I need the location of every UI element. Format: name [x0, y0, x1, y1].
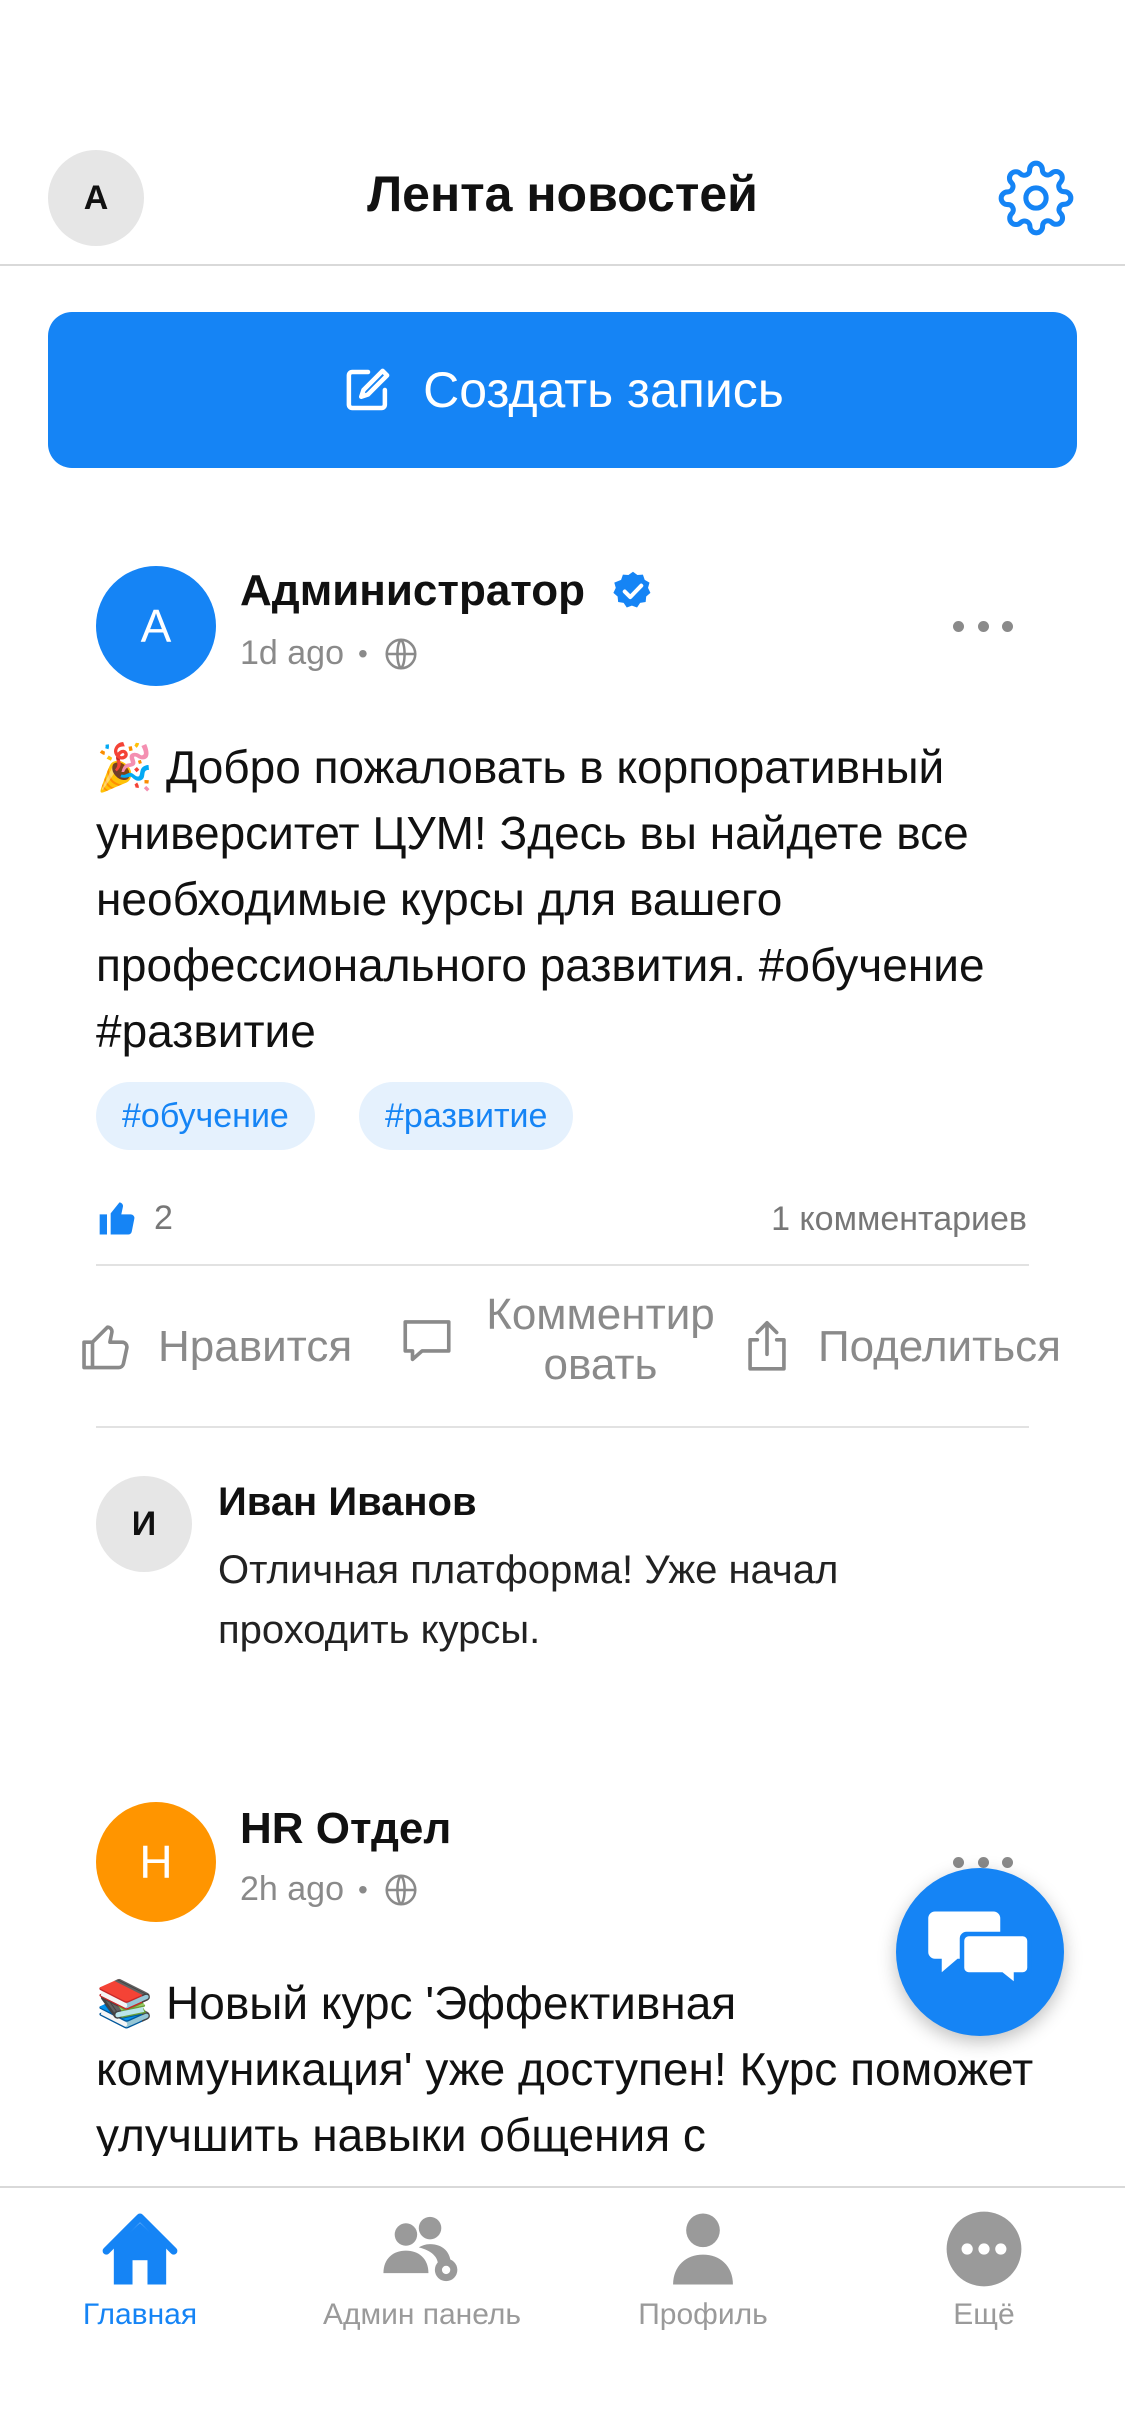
tab-profile-label: Профиль [638, 2298, 768, 2331]
comment-label: Комментировать [486, 1290, 715, 1389]
post-author-avatar[interactable]: H [96, 1802, 216, 1922]
dot-icon [953, 620, 964, 632]
create-post-button[interactable]: Создать запись [48, 312, 1077, 468]
chat-bubbles-icon [928, 1911, 1032, 1991]
post-body: 🎉 Добро пожаловать в корпоративный униве… [96, 741, 985, 1057]
divider [96, 1426, 1029, 1428]
thumbs-up-icon [99, 1202, 135, 1235]
meta-separator: • [358, 1873, 368, 1905]
post-author-name[interactable]: HR Отдел [240, 1804, 451, 1854]
tab-admin-label: Админ панель [322, 2298, 522, 2331]
users-gear-icon [383, 2216, 458, 2282]
share-label: Поделиться [818, 1322, 1061, 1371]
globe-icon [385, 1873, 417, 1906]
tab-profile[interactable]: Профиль [573, 2206, 833, 2332]
person-icon [673, 2213, 733, 2285]
speech-bubble-icon [403, 1320, 451, 1362]
tab-home-label: Главная [82, 2298, 198, 2331]
comment-author-name[interactable]: Иван Иванов [218, 1480, 477, 1525]
comment-author-avatar[interactable]: И [96, 1476, 192, 1572]
like-label: Нравится [158, 1322, 353, 1371]
bottom-tab-bar: Главная Админ панель Профиль Ещё [0, 2186, 1125, 2436]
tab-more[interactable]: Ещё [854, 2206, 1114, 2332]
chat-fab-button[interactable] [896, 1868, 1064, 2036]
hashtag-chip[interactable]: #обучение [96, 1082, 315, 1150]
tab-admin-panel[interactable]: Админ панель [292, 2206, 552, 2332]
home-icon [102, 2213, 178, 2285]
dot-icon [1002, 620, 1013, 632]
page-title: Лента новостей [367, 166, 758, 222]
post-meta: 2h ago • [240, 1870, 420, 1909]
post-author-label: Администратор [240, 566, 586, 615]
like-button[interactable]: Нравится [78, 1318, 352, 1376]
likes-count: 2 [154, 1198, 173, 1237]
post-options-button[interactable] [953, 616, 1013, 636]
meta-separator: • [358, 637, 368, 669]
comment-button[interactable]: Комментировать [398, 1290, 723, 1390]
post-meta: 1d ago • [240, 634, 420, 673]
post-time: 2h ago [240, 1870, 344, 1908]
post-time: 1d ago [240, 634, 344, 672]
likes-summary[interactable]: 2 [96, 1196, 173, 1240]
dot-icon [977, 1856, 989, 1868]
share-button[interactable]: Поделиться [738, 1318, 1061, 1376]
top-bar: А Лента новостей [0, 0, 1125, 266]
tab-more-label: Ещё [953, 2298, 1015, 2331]
compose-icon [346, 368, 390, 411]
more-circle-icon [946, 2211, 1022, 2287]
settings-button[interactable] [998, 160, 1074, 236]
thumbs-up-outline-icon [82, 1325, 129, 1370]
divider [96, 1264, 1029, 1266]
dot-icon [1002, 1856, 1013, 1868]
comment-text: Отличная платформа! Уже начал проходить … [218, 1548, 839, 1652]
hashtag-chip[interactable]: #развитие [359, 1082, 574, 1150]
dot-icon [977, 620, 989, 632]
verified-badge-icon [613, 571, 651, 608]
create-post-label: Создать запись [423, 362, 784, 418]
globe-icon [385, 637, 417, 670]
dot-icon [953, 1856, 964, 1868]
share-icon [748, 1321, 786, 1371]
gear-icon [998, 160, 1074, 236]
comments-count[interactable]: 1 комментариев [771, 1200, 1027, 1239]
post-author-avatar[interactable]: А [96, 566, 216, 686]
tab-home[interactable]: Главная [10, 2206, 270, 2332]
post-author-name[interactable]: Администратор [240, 566, 655, 616]
